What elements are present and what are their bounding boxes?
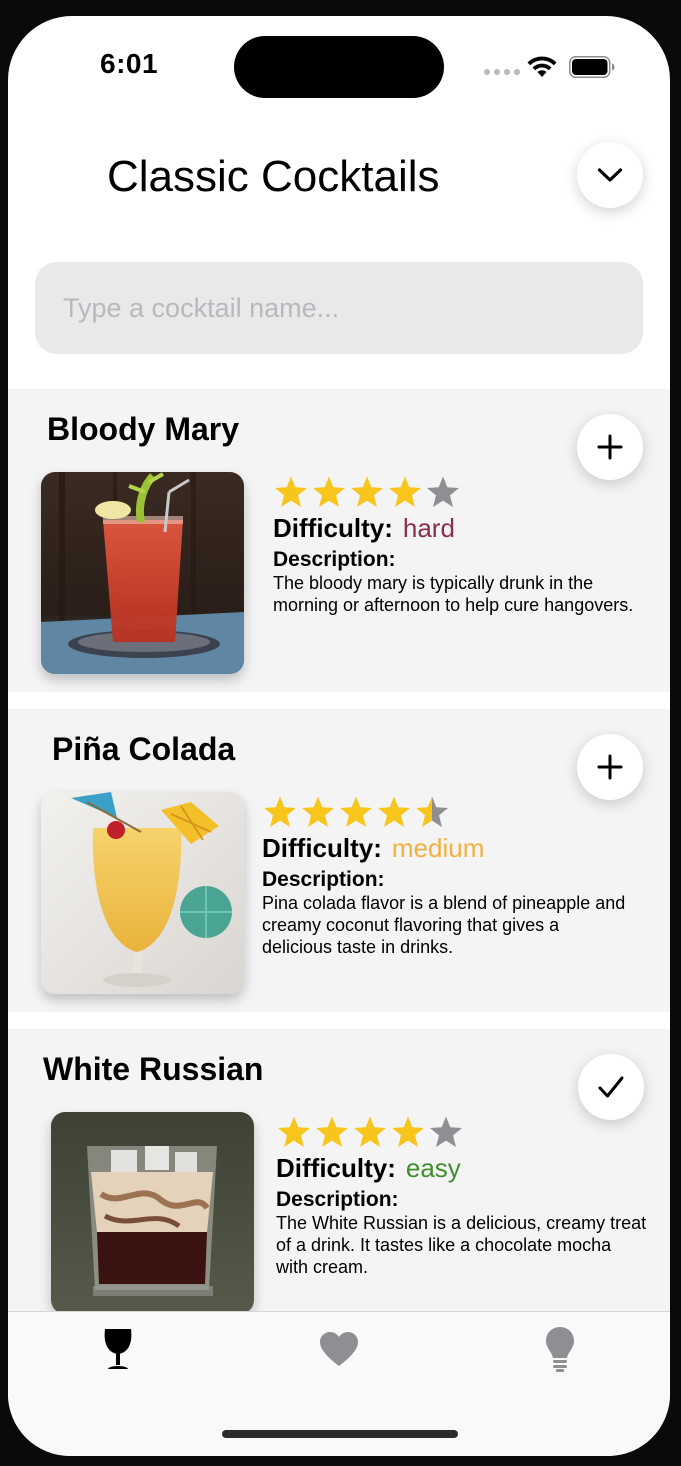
cocktail-name: Piña Colada bbox=[52, 731, 236, 767]
rating-stars bbox=[276, 1115, 464, 1149]
lightbulb-icon bbox=[546, 1327, 574, 1372]
plus-icon bbox=[597, 754, 623, 780]
description-text: The White Russian is a delicious, creamy… bbox=[276, 1213, 647, 1277]
star-icon bbox=[389, 476, 421, 507]
difficulty-value: hard bbox=[402, 513, 455, 543]
white-russian-image bbox=[51, 1112, 254, 1314]
description-text: Pina colada flavor is a blend of pineapp… bbox=[262, 893, 626, 957]
star-icon bbox=[340, 796, 372, 827]
description-label: Description: bbox=[262, 868, 385, 891]
expand-menu-button[interactable] bbox=[577, 142, 643, 208]
bloody-mary-image bbox=[41, 472, 244, 674]
checkmark-icon bbox=[598, 1076, 624, 1098]
cocktail-card[interactable]: Bloody Mary Difficulty: hard Description… bbox=[8, 389, 670, 692]
difficulty-value: easy bbox=[405, 1153, 461, 1183]
star-icon bbox=[275, 476, 307, 507]
star-icon bbox=[351, 476, 383, 507]
chevron-down-icon bbox=[597, 168, 623, 182]
dynamic-island bbox=[234, 36, 444, 98]
status-time: 6:01 bbox=[100, 48, 159, 79]
star-icon bbox=[278, 1116, 310, 1147]
difficulty-row: Difficulty: hard bbox=[273, 513, 455, 544]
wine-glass-icon bbox=[104, 1329, 132, 1369]
wifi-icon bbox=[527, 56, 557, 77]
search-input[interactable] bbox=[63, 292, 643, 324]
home-indicator bbox=[222, 1430, 458, 1438]
description-label: Description: bbox=[273, 548, 396, 571]
star-icon bbox=[302, 796, 334, 827]
description-text: The bloody mary is typically drunk in th… bbox=[273, 573, 634, 615]
star-icon bbox=[427, 476, 459, 507]
status-bar: 6:01 bbox=[8, 16, 670, 116]
star-icon bbox=[416, 796, 448, 827]
cocktail-card[interactable]: Piña Colada Difficulty: medium Descripti… bbox=[8, 709, 670, 1012]
difficulty-label: Difficulty: bbox=[276, 1153, 396, 1183]
rating-stars bbox=[273, 475, 461, 509]
plus-icon bbox=[597, 434, 623, 460]
star-icon bbox=[313, 476, 345, 507]
star-icon bbox=[392, 1116, 424, 1147]
difficulty-row: Difficulty: medium bbox=[262, 833, 484, 864]
battery-icon bbox=[569, 56, 615, 78]
app-screen: 6:01 Classic Cocktails Bloody Mary bbox=[8, 16, 670, 1456]
added-cocktail-button[interactable] bbox=[578, 1054, 644, 1120]
tab-cocktails[interactable] bbox=[96, 1326, 140, 1372]
difficulty-label: Difficulty: bbox=[262, 833, 382, 863]
tab-favorites[interactable] bbox=[317, 1326, 361, 1372]
pina-colada-image bbox=[41, 792, 244, 994]
add-cocktail-button[interactable] bbox=[577, 414, 643, 480]
page-title: Classic Cocktails bbox=[107, 152, 440, 201]
description-label: Description: bbox=[276, 1188, 399, 1211]
cocktail-name: White Russian bbox=[43, 1051, 264, 1087]
add-cocktail-button[interactable] bbox=[577, 734, 643, 800]
cocktail-name: Bloody Mary bbox=[47, 411, 240, 447]
star-icon bbox=[264, 796, 296, 827]
rating-stars bbox=[262, 795, 450, 829]
tab-tips[interactable] bbox=[538, 1326, 582, 1372]
star-icon bbox=[430, 1116, 462, 1147]
search-field[interactable] bbox=[35, 262, 643, 354]
difficulty-label: Difficulty: bbox=[273, 513, 393, 543]
star-icon bbox=[316, 1116, 348, 1147]
cellular-signal-icon bbox=[484, 69, 520, 75]
star-icon bbox=[354, 1116, 386, 1147]
difficulty-row: Difficulty: easy bbox=[276, 1153, 461, 1184]
heart-icon bbox=[320, 1332, 358, 1366]
star-icon bbox=[378, 796, 410, 827]
difficulty-value: medium bbox=[391, 833, 485, 863]
cocktail-card[interactable]: White Russian Difficulty: easy Descripti… bbox=[8, 1029, 670, 1332]
